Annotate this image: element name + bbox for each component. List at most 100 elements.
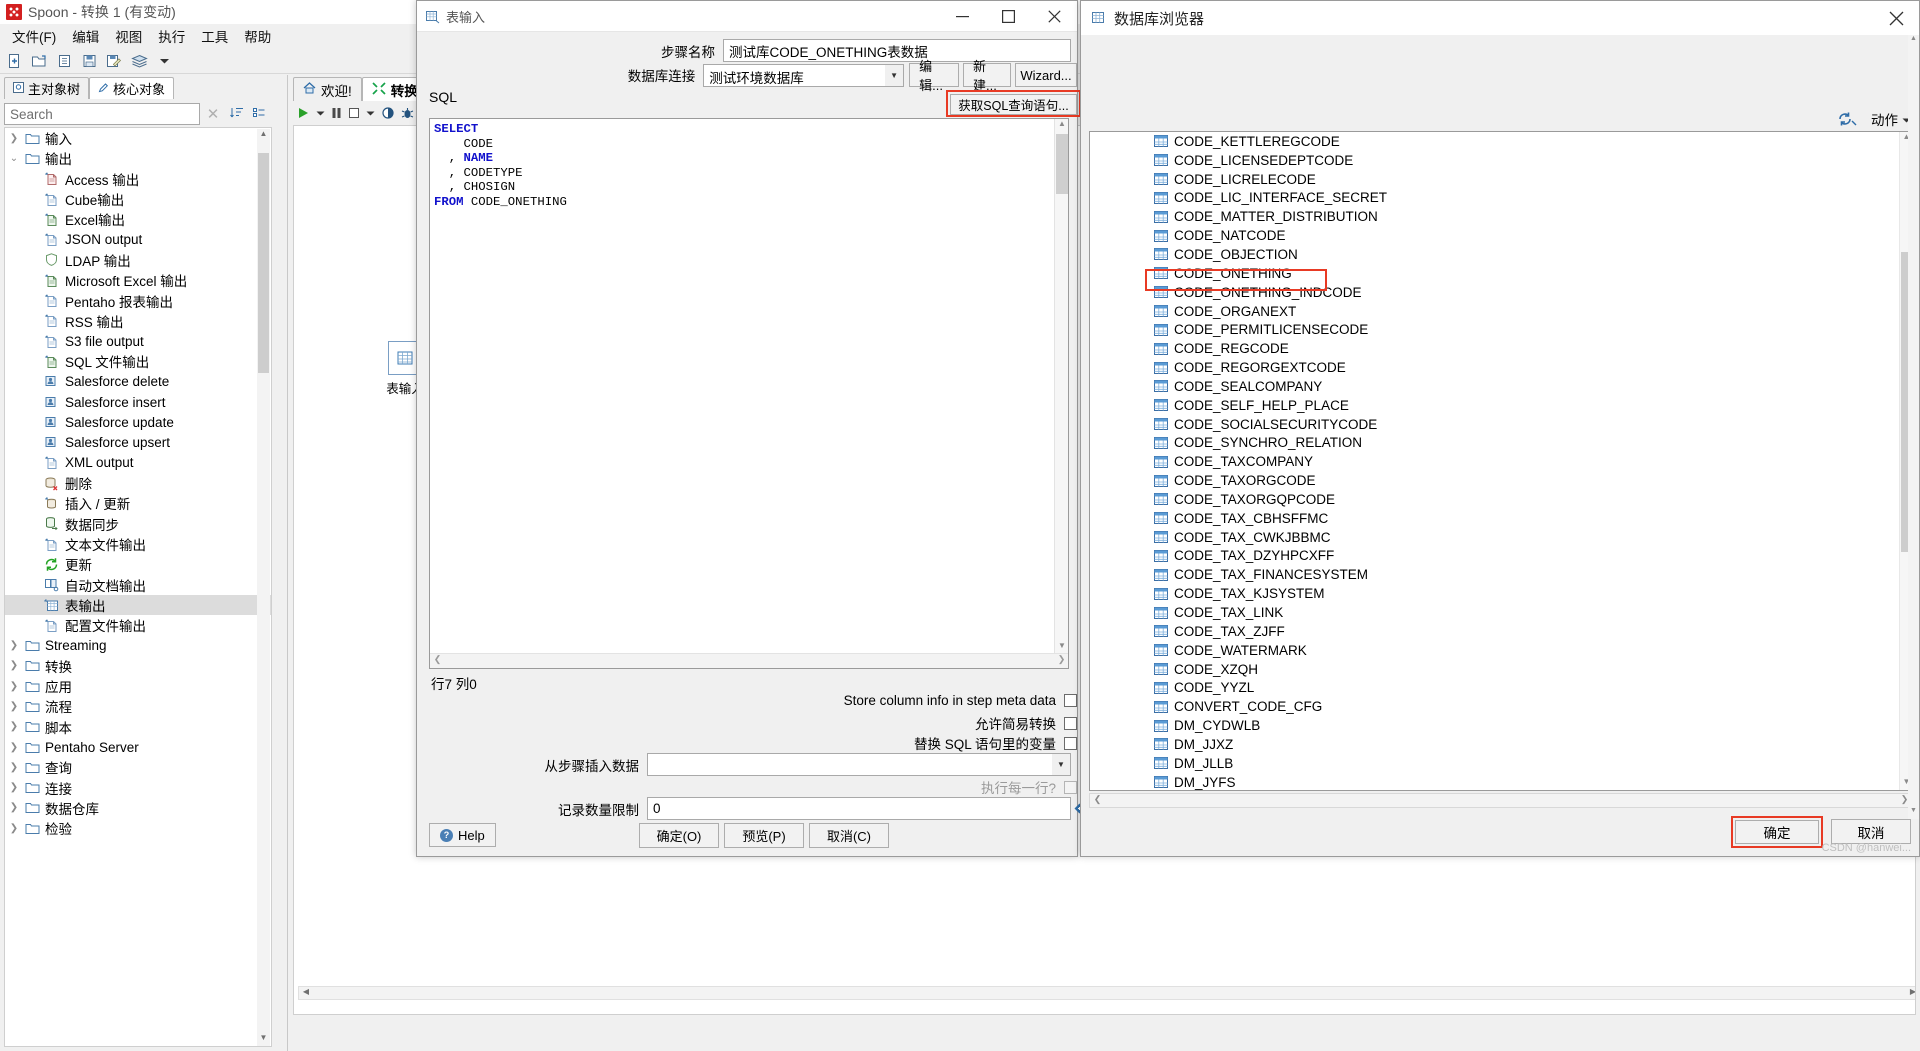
preview-icon[interactable] [381, 107, 395, 119]
chevron-right-icon[interactable]: ❯ [5, 782, 23, 793]
tree-item[interactable]: RSS 输出 [5, 311, 271, 331]
tree-item[interactable]: ❯ 查询 [5, 757, 271, 777]
action-button[interactable]: 动作 [1871, 109, 1911, 129]
tree-item[interactable]: SQL 文件输出 [5, 351, 271, 371]
tree-item[interactable]: Salesforce insert [5, 392, 271, 412]
insert-from-step-select[interactable]: ▼ [647, 753, 1071, 776]
table-list-item[interactable]: CODE_SYNCHRO_RELATION [1090, 434, 1900, 453]
step-name-input[interactable]: 测试库CODE_ONETHING表数据 [723, 39, 1071, 62]
chevron-right-icon[interactable]: ❯ [5, 762, 23, 773]
table-list-item[interactable]: CODE_TAX_CBHSFFMC [1090, 509, 1900, 528]
chevron-down-icon[interactable]: ▼ [1052, 754, 1070, 775]
table-list-item[interactable]: CODE_TAX_DZYHPCXFF [1090, 547, 1900, 566]
help-button[interactable]: ? Help [429, 823, 496, 847]
tree-item[interactable]: ❯ 连接 [5, 778, 271, 798]
dropdown-arrow-icon[interactable] [154, 51, 174, 71]
chevron-down-icon[interactable]: ⌄ [5, 153, 23, 164]
table-list-item[interactable]: CODE_KETTLEREGCODE [1090, 132, 1900, 151]
scroll-right-arrow-icon[interactable]: ❯ [1054, 654, 1068, 668]
tab-welcome[interactable]: 欢迎! [293, 77, 362, 101]
core-objects-tree[interactable]: ❯ 输入 ⌄ 输出 Access 输出 Cube输出 Excel输出 JSON output L… [4, 127, 272, 1047]
close-icon[interactable]: ✕ [200, 105, 226, 123]
stop-icon[interactable] [348, 107, 360, 119]
close-icon[interactable] [1873, 1, 1919, 35]
scroll-right-arrow-icon[interactable]: ▶ [1906, 987, 1915, 999]
table-list-item[interactable]: CODE_OBJECTION [1090, 245, 1900, 264]
tree-item[interactable]: 表输出 [5, 594, 271, 616]
table-list-item[interactable]: DM_JYFS [1090, 773, 1900, 790]
tree-item[interactable]: Microsoft Excel 输出 [5, 270, 271, 290]
tree-item[interactable]: ❯ 流程 [5, 696, 271, 716]
table-list-item[interactable]: CODE_ONETHING [1090, 264, 1900, 283]
table-list-item[interactable]: CODE_TAXORGCODE [1090, 471, 1900, 490]
scroll-thumb[interactable] [1056, 134, 1068, 194]
table-list-item[interactable]: DM_JJXZ [1090, 735, 1900, 754]
table-list-item[interactable]: CODE_SELF_HELP_PLACE [1090, 396, 1900, 415]
scroll-down-arrow-icon[interactable]: ▼ [257, 1033, 270, 1046]
tree-item[interactable]: 自动文档输出 [5, 575, 271, 595]
table-list-item[interactable]: CODE_XZQH [1090, 660, 1900, 679]
chevron-right-icon[interactable]: ❯ [5, 701, 23, 712]
replace-variables-checkbox[interactable] [1064, 736, 1077, 750]
table-list-item[interactable]: CODE_NATCODE [1090, 226, 1900, 245]
save-icon[interactable] [79, 51, 99, 71]
browse-icon[interactable] [54, 51, 74, 71]
table-list-item[interactable]: CODE_TAX_ZJFF [1090, 622, 1900, 641]
table-list-item[interactable]: CODE_YYZL [1090, 678, 1900, 697]
tree-item[interactable]: ❯ Pentaho Server [5, 737, 271, 757]
chevron-right-icon[interactable]: ❯ [5, 742, 23, 753]
table-list-item[interactable]: CONVERT_CODE_CFG [1090, 697, 1900, 716]
table-list-item[interactable]: CODE_TAXORGQPCODE [1090, 490, 1900, 509]
tree-item[interactable]: 配置文件输出 [5, 615, 271, 635]
db-ok-button[interactable]: 确定 [1735, 820, 1819, 844]
new-file-icon[interactable] [4, 51, 24, 71]
tree-item[interactable]: Access 输出 [5, 169, 271, 189]
table-list-item[interactable]: CODE_PERMITLICENSECODE [1090, 320, 1900, 339]
tree-item[interactable]: S3 file output [5, 331, 271, 351]
menu-item-edit[interactable]: 编辑 [64, 24, 107, 48]
tree-item[interactable]: Salesforce update [5, 412, 271, 432]
table-list-item[interactable]: CODE_ONETHING_INDCODE [1090, 283, 1900, 302]
menu-item-run[interactable]: 执行 [150, 24, 193, 48]
tree-item[interactable]: JSON output [5, 229, 271, 249]
table-list-horizontal-scrollbar[interactable]: ❮ ❯ [1089, 793, 1913, 808]
tree-item[interactable]: Cube输出 [5, 189, 271, 209]
chevron-right-icon[interactable]: ❯ [5, 823, 23, 834]
table-list-item[interactable]: CODE_TAX_FINANCESYSTEM [1090, 565, 1900, 584]
ok-button[interactable]: 确定(O) [639, 823, 719, 848]
tree-item[interactable]: ⌄ 输出 [5, 148, 271, 168]
expand-all-icon[interactable] [248, 106, 270, 122]
run-icon[interactable] [297, 107, 310, 119]
scroll-left-arrow-icon[interactable]: ❮ [1090, 794, 1105, 807]
table-list-item[interactable]: CODE_LICRELECODE [1090, 170, 1900, 189]
chevron-right-icon[interactable]: ❯ [5, 681, 23, 692]
search-input[interactable] [4, 103, 200, 125]
table-list-item[interactable]: CODE_TAX_KJSYSTEM [1090, 584, 1900, 603]
chevron-right-icon[interactable]: ❯ [5, 660, 23, 671]
preview-button[interactable]: 预览(P) [724, 823, 804, 848]
store-column-info-checkbox[interactable] [1064, 694, 1077, 707]
tree-item[interactable]: ❯ 数据仓库 [5, 798, 271, 818]
scroll-left-arrow-icon[interactable]: ◀ [299, 987, 313, 999]
tree-item[interactable]: XML output [5, 453, 271, 473]
open-file-icon[interactable] [29, 51, 49, 71]
tree-item[interactable]: LDAP 输出 [5, 250, 271, 270]
panel-outer-scrollbar[interactable]: ▲ ▼ [1908, 35, 1919, 819]
table-list-item[interactable]: CODE_SOCIALSECURITYCODE [1090, 415, 1900, 434]
tree-item[interactable]: ❯ 输入 [5, 128, 271, 148]
scroll-up-arrow-icon[interactable]: ▲ [1908, 35, 1919, 47]
tree-item[interactable]: 删除 [5, 473, 271, 493]
scroll-up-arrow-icon[interactable]: ▲ [257, 129, 270, 143]
sort-az-icon[interactable] [226, 106, 248, 122]
execute-each-row-checkbox[interactable] [1064, 780, 1077, 794]
connection-select[interactable]: 测试环境数据库 ▼ [703, 63, 905, 87]
canvas-horizontal-scrollbar[interactable]: ◀ ▶ [298, 986, 1915, 1000]
tree-item[interactable]: ❯ 检验 [5, 818, 271, 838]
tree-item[interactable]: Salesforce upsert [5, 432, 271, 452]
table-list-item[interactable]: CODE_TAXCOMPANY [1090, 452, 1900, 471]
run-dropdown-icon[interactable] [316, 110, 325, 117]
tab-main-object-tree[interactable]: 主对象树 [4, 77, 90, 99]
table-list-item[interactable]: DM_CYDWLB [1090, 716, 1900, 735]
table-list-item[interactable]: CODE_MATTER_DISTRIBUTION [1090, 207, 1900, 226]
tree-item[interactable]: 更新 [5, 554, 271, 574]
